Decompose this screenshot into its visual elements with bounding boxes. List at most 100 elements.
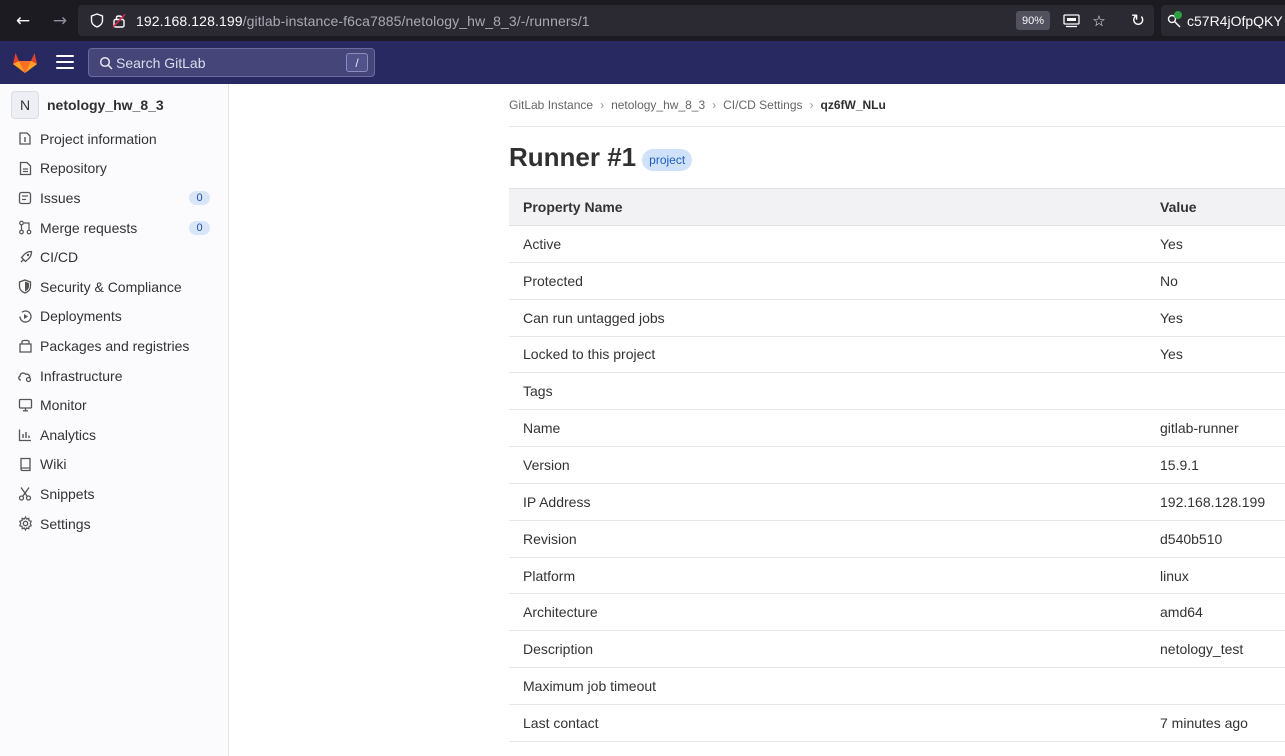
property-name: IP Address [523,493,591,510]
sidebar-item-label: Snippets [40,485,95,502]
header-property-name: Property Name [523,199,623,215]
property-value: gitlab-runner [1160,420,1239,437]
table-row: Last contact 7 minutes ago [509,705,1285,742]
reload-icon[interactable]: ↻ [1125,0,1151,41]
table-row: Description netology_test [509,631,1285,669]
sidebar-project-header[interactable]: N netology_hw_8_3 [11,89,221,121]
insecure-lock-icon[interactable] [108,5,130,36]
property-value: No [1160,272,1178,289]
property-name: Revision [523,530,577,547]
sidebar-item-label: Analytics [40,426,97,443]
package-icon [17,338,33,354]
sidebar-item-label: Monitor [40,397,87,414]
sidebar-item-packages-registries[interactable]: Packages and registries [0,331,228,361]
sidebar-item-wiki[interactable]: Wiki [0,450,228,480]
info-icon [17,131,33,147]
table-row: Platform linux [509,558,1285,595]
table-row: Revision d540b510 [509,521,1285,558]
property-value: 15.9.1 [1160,456,1199,473]
property-name: Locked to this project [523,346,656,363]
table-row: Version 15.9.1 [509,447,1285,484]
sidebar-item-settings[interactable]: Settings [0,509,228,539]
sidebar-item-label: Packages and registries [40,337,190,354]
sidebar-item-security-compliance[interactable]: Security & Compliance [0,272,228,302]
url-host: 192.168.128.199 [136,12,243,29]
sidebar-item-project-information[interactable]: Project information [0,124,228,154]
cloud-gear-icon [17,368,33,384]
extension-button[interactable]: c57R4jOfpQKY [1161,5,1285,36]
forward-button[interactable]: → [42,0,78,41]
sidebar-item-analytics[interactable]: Analytics [0,420,228,450]
breadcrumb-separator: › [712,98,717,112]
project-name: netology_hw_8_3 [47,97,164,113]
breadcrumb-gitlab-instance[interactable]: GitLab Instance [509,98,593,112]
sidebar-item-merge-requests[interactable]: Merge requests 0 [0,213,228,243]
sidebar-item-ci-cd[interactable]: CI/CD [0,242,228,272]
chart-icon [17,427,33,443]
sidebar-item-issues[interactable]: Issues 0 [0,183,228,213]
runner-type-badge: project [642,149,693,171]
sidebar-item-infrastructure[interactable]: Infrastructure [0,361,228,391]
sidebar-item-snippets[interactable]: Snippets [0,479,228,509]
search-input[interactable] [116,54,336,71]
sidebar-item-label: Settings [40,515,91,532]
property-value: 192.168.128.199 [1160,493,1266,510]
property-name: Description [523,641,594,658]
monitor-icon [17,397,33,413]
gitlab-logo-icon[interactable] [12,50,38,74]
sidebar-item-monitor[interactable]: Monitor [0,390,228,420]
menu-icon[interactable] [56,55,74,69]
back-button[interactable]: ← [5,0,41,41]
table-row: Active Yes [509,226,1285,263]
shield-icon [17,279,33,295]
property-name: Last contact [523,714,599,731]
arrow-right-icon: → [52,10,68,31]
search-icon [89,49,113,76]
table-header-row: Property Name Value [509,188,1285,226]
runner-properties-table: Property Name Value Active Yes Protected N… [509,188,1285,742]
address-bar[interactable]: 192.168.128.199/gitlab-instance-f6ca7885… [78,5,1154,36]
property-value: d540b510 [1160,530,1223,547]
property-name: Platform [523,567,576,584]
property-name: Name [523,420,561,437]
table-row: Name gitlab-runner [509,410,1285,448]
property-name: Active [523,235,562,252]
breadcrumb-separator: › [809,98,814,112]
gitlab-top-bar: / [0,41,1285,84]
property-name: Version [523,456,570,473]
deployments-icon [17,308,33,324]
breadcrumb-separator: › [600,98,605,112]
table-row: Maximum job timeout [509,668,1285,705]
sidebar-nav: Project information Repository Issues 0 … [0,124,228,538]
property-name: Maximum job timeout [523,678,657,695]
gear-icon [17,516,33,532]
project-sidebar: N netology_hw_8_3 Project information Re… [0,84,229,756]
table-row: IP Address 192.168.128.199 [509,484,1285,521]
table-row: Can run untagged jobs Yes [509,300,1285,337]
rocket-icon [17,249,33,265]
property-value: linux [1160,567,1189,584]
sidebar-item-label: Project information [40,130,157,147]
sidebar-item-deployments[interactable]: Deployments [0,302,228,332]
page-header: Runner #1 project [509,142,693,173]
breadcrumb-project[interactable]: netology_hw_8_3 [611,98,705,112]
reader-view-icon[interactable] [1058,5,1084,36]
book-icon [17,456,33,472]
sidebar-item-repository[interactable]: Repository [0,154,228,184]
star-bookmark-icon[interactable]: ☆ [1086,5,1112,36]
url-text: 192.168.128.199/gitlab-instance-f6ca7885… [136,13,590,29]
document-icon [17,160,33,176]
breadcrumb-ci-cd-settings[interactable]: CI/CD Settings [723,98,802,112]
breadcrumb-runner[interactable]: qz6fW_NLu [821,98,886,112]
search-shortcut-hint: / [346,53,368,72]
property-value: netology_test [1160,641,1244,658]
property-name: Tags [523,383,553,400]
merge-request-icon [17,220,33,236]
arrow-left-icon: ← [15,10,31,31]
sidebar-item-label: Issues [40,189,81,206]
shield-icon[interactable] [86,5,108,36]
zoom-level-badge[interactable]: 90% [1016,11,1051,30]
property-value: Yes [1160,235,1183,252]
search-box[interactable]: / [88,48,375,77]
status-dot [1174,11,1182,19]
